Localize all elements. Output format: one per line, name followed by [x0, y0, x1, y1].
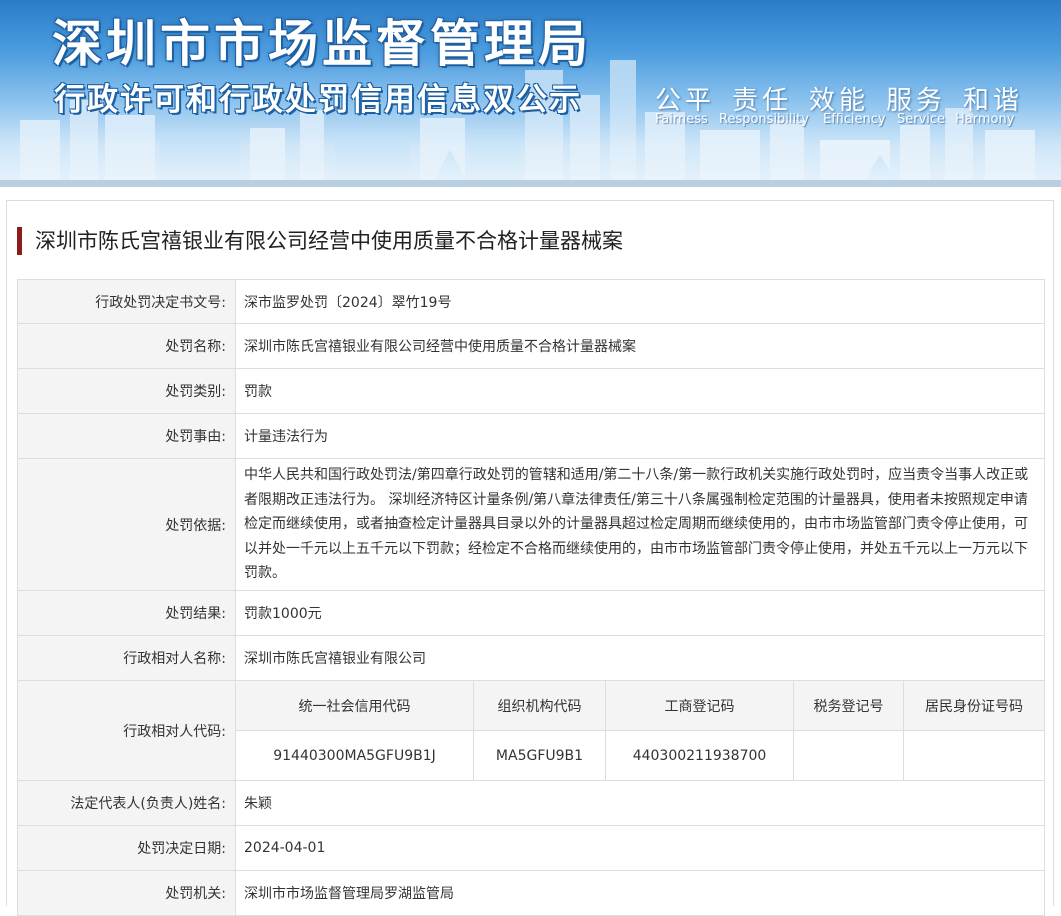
table-row: 处罚类别: 罚款 [17, 368, 1045, 414]
slogan-efficiency-en: Efficiency [823, 112, 886, 127]
org-code-header: 组织机构代码 [473, 681, 606, 731]
business-reg-header: 工商登记码 [605, 681, 794, 731]
code-value-row: 91440300MA5GFU9B1J MA5GFU9B1 44030021193… [236, 730, 1044, 780]
party-code-label: 行政相对人代码: [17, 680, 236, 781]
penalty-basis-label: 处罚依据: [17, 458, 236, 591]
penalty-result-value: 罚款1000元 [235, 590, 1045, 636]
party-code-table: 统一社会信用代码 组织机构代码 工商登记码 税务登记号 居民身份证号码 9144… [236, 681, 1044, 780]
business-reg-value: 440300211938700 [605, 730, 794, 780]
code-header-row: 统一社会信用代码 组织机构代码 工商登记码 税务登记号 居民身份证号码 [236, 681, 1044, 731]
penalty-name-value: 深圳市陈氏宫禧银业有限公司经营中使用质量不合格计量器械案 [235, 323, 1045, 369]
party-name-value: 深圳市陈氏宫禧银业有限公司 [235, 635, 1045, 681]
header-banner: 深圳市市场监督管理局 行政许可和行政处罚信用信息双公示 公平 责任 效能 服务 … [0, 0, 1061, 187]
decision-date-value: 2024-04-01 [235, 825, 1045, 871]
id-number-header: 居民身份证号码 [903, 681, 1044, 731]
table-row: 处罚事由: 计量违法行为 [17, 413, 1045, 459]
table-row: 处罚决定日期: 2024-04-01 [17, 825, 1045, 871]
table-row: 法定代表人(负责人)姓名: 朱颖 [17, 780, 1045, 826]
party-name-label: 行政相对人名称: [17, 635, 236, 681]
banner-divider [0, 180, 1061, 187]
banner-subtitle: 行政许可和行政处罚信用信息双公示 [54, 82, 582, 118]
penalty-category-value: 罚款 [235, 368, 1045, 414]
table-row: 行政相对人代码: 统一社会信用代码 组织机构代码 工商登记码 税务登记号 居民身… [17, 680, 1045, 781]
doc-no-value: 深市监罗处罚〔2024〕翠竹19号 [235, 279, 1045, 324]
agency-title: 深圳市市场监督管理局 [52, 15, 592, 73]
decision-date-label: 处罚决定日期: [17, 825, 236, 871]
authority-value: 深圳市市场监督管理局罗湖监管局 [235, 870, 1045, 916]
id-number-value [903, 730, 1044, 780]
penalty-name-label: 处罚名称: [17, 323, 236, 369]
tax-reg-value [793, 730, 904, 780]
credit-code-header: 统一社会信用代码 [236, 681, 474, 731]
table-row: 处罚机关: 深圳市市场监督管理局罗湖监管局 [17, 870, 1045, 916]
credit-code-value: 91440300MA5GFU9B1J [236, 730, 474, 780]
slogan-fairness-en: Fairness [655, 112, 708, 127]
table-row: 行政相对人名称: 深圳市陈氏宫禧银业有限公司 [17, 635, 1045, 681]
table-row: 处罚依据: 中华人民共和国行政处罚法/第四章行政处罚的管辖和适用/第二十八条/第… [17, 458, 1045, 591]
org-code-value: MA5GFU9B1 [473, 730, 606, 780]
authority-label: 处罚机关: [17, 870, 236, 916]
penalty-result-label: 处罚结果: [17, 590, 236, 636]
case-title: 深圳市陈氏宫禧银业有限公司经营中使用质量不合格计量器械案 [17, 227, 623, 255]
table-row: 处罚名称: 深圳市陈氏宫禧银业有限公司经营中使用质量不合格计量器械案 [17, 323, 1045, 369]
case-info-table: 行政处罚决定书文号: 深市监罗处罚〔2024〕翠竹19号 处罚名称: 深圳市陈氏… [17, 279, 1045, 916]
table-row: 处罚结果: 罚款1000元 [17, 590, 1045, 636]
penalty-basis-value: 中华人民共和国行政处罚法/第四章行政处罚的管辖和适用/第二十八条/第一款行政机关… [235, 458, 1045, 591]
legal-rep-value: 朱颖 [235, 780, 1045, 826]
case-panel: 深圳市陈氏宫禧银业有限公司经营中使用质量不合格计量器械案 行政处罚决定书文号: … [6, 200, 1054, 916]
slogan-responsibility-en: Responsibility [719, 112, 809, 127]
table-row: 行政处罚决定书文号: 深市监罗处罚〔2024〕翠竹19号 [17, 279, 1045, 324]
penalty-category-label: 处罚类别: [17, 368, 236, 414]
doc-no-label: 行政处罚决定书文号: [17, 279, 236, 324]
slogan-group: 公平 责任 效能 服务 和谐 Fairness Responsibility E… [655, 80, 1025, 134]
tax-reg-header: 税务登记号 [793, 681, 904, 731]
legal-rep-label: 法定代表人(负责人)姓名: [17, 780, 236, 826]
slogan-service-en: Service [897, 112, 946, 127]
penalty-reason-value: 计量违法行为 [235, 413, 1045, 459]
penalty-reason-label: 处罚事由: [17, 413, 236, 459]
party-code-cell: 统一社会信用代码 组织机构代码 工商登记码 税务登记号 居民身份证号码 9144… [235, 680, 1045, 781]
slogan-harmony-en: Harmony [955, 112, 1015, 127]
